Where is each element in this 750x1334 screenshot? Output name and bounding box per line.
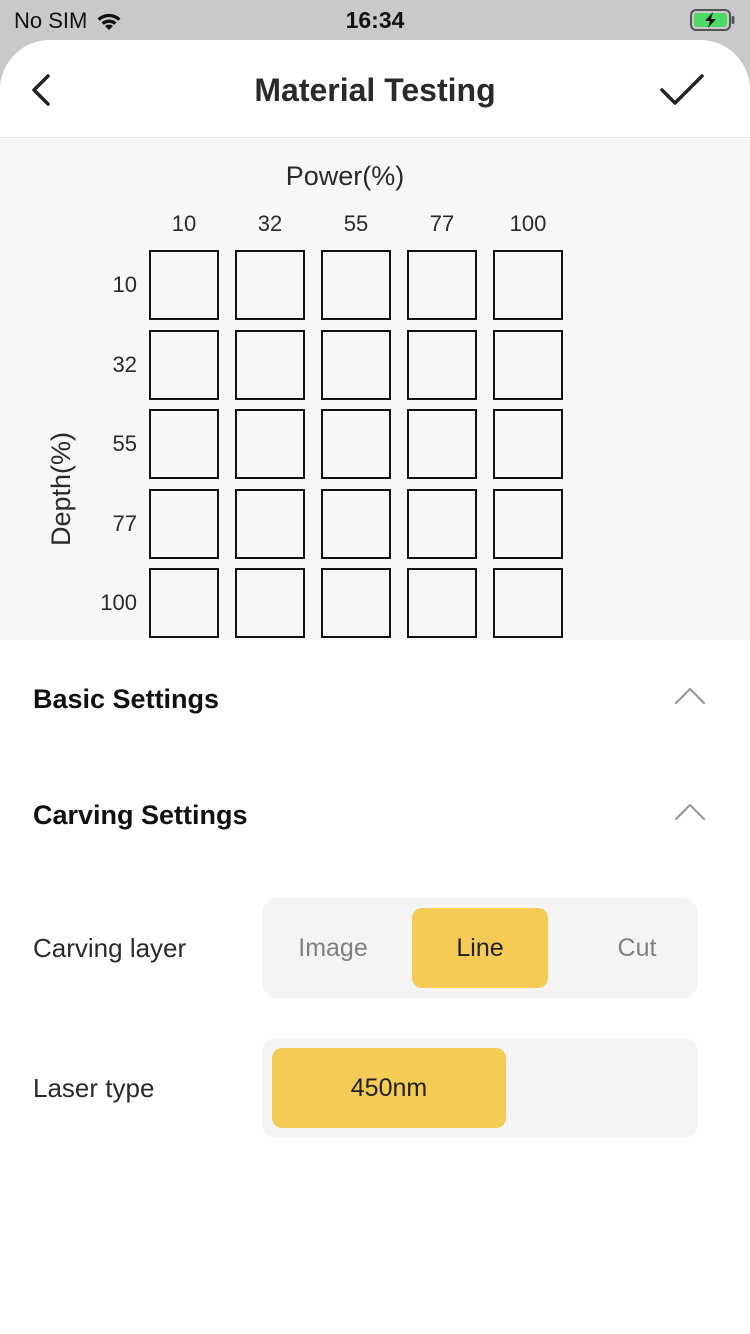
battery-charging-icon bbox=[690, 9, 735, 31]
power-axis-label: Power(%) bbox=[285, 161, 405, 191]
carving-settings-header[interactable]: Carving Settings bbox=[0, 776, 750, 856]
test-grid-cell bbox=[407, 250, 477, 320]
test-grid-cell bbox=[321, 568, 391, 638]
test-grid-cell bbox=[407, 489, 477, 559]
test-grid-cell bbox=[321, 250, 391, 320]
depth-axis-label: Depth(%) bbox=[46, 431, 76, 547]
basic-settings-title: Basic Settings bbox=[33, 684, 220, 714]
test-grid-cell bbox=[493, 409, 563, 479]
test-grid-cell bbox=[493, 330, 563, 400]
depth-tick: 100 bbox=[100, 590, 137, 615]
test-grid-cell bbox=[321, 330, 391, 400]
page-title: Material Testing bbox=[254, 72, 496, 108]
test-grid-cell bbox=[149, 409, 219, 479]
laser-type-option-450nm[interactable]: 450nm bbox=[272, 1048, 506, 1128]
test-grid-cell bbox=[493, 489, 563, 559]
test-grid-cell bbox=[407, 409, 477, 479]
nav-bar: Material Testing bbox=[0, 40, 750, 138]
test-grid-cell bbox=[493, 568, 563, 638]
basic-settings-header[interactable]: Basic Settings bbox=[0, 660, 750, 740]
depth-tick: 55 bbox=[112, 431, 137, 456]
test-grid-cell bbox=[149, 568, 219, 638]
test-grid-preview: Power(%) Depth(%) 10 32 55 77 100 10 32 … bbox=[0, 139, 750, 640]
test-grid-cell bbox=[235, 250, 305, 320]
carving-layer-selector: Image Line Cut bbox=[262, 898, 698, 998]
power-tick: 100 bbox=[509, 211, 547, 236]
test-grid-cell bbox=[149, 250, 219, 320]
status-bar: No SIM 16:34 bbox=[0, 0, 750, 40]
chevron-up-icon[interactable] bbox=[674, 686, 706, 706]
depth-tick: 32 bbox=[112, 352, 137, 377]
power-tick: 32 bbox=[257, 211, 283, 236]
chevron-up-icon[interactable] bbox=[674, 802, 706, 822]
test-grid-cell bbox=[235, 330, 305, 400]
depth-tick: 10 bbox=[112, 272, 137, 297]
power-tick: 77 bbox=[429, 211, 455, 236]
status-time: 16:34 bbox=[345, 7, 405, 33]
test-grid-cell bbox=[235, 489, 305, 559]
test-grid-cell bbox=[235, 409, 305, 479]
depth-tick: 77 bbox=[112, 511, 137, 536]
carving-layer-option-line[interactable]: Line bbox=[412, 908, 548, 988]
material-testing-sheet: Material Testing Power(%) Depth(%) 10 32… bbox=[0, 40, 750, 1334]
power-tick: 10 bbox=[171, 211, 197, 236]
carving-layer-option-image[interactable]: Image bbox=[272, 908, 394, 988]
laser-type-label: Laser type bbox=[33, 1073, 155, 1103]
test-grid-cell bbox=[321, 489, 391, 559]
carving-layer-label: Carving layer bbox=[33, 933, 187, 963]
carving-layer-option-cut[interactable]: Cut bbox=[572, 908, 702, 988]
test-grid-cell bbox=[407, 330, 477, 400]
test-grid-cell bbox=[235, 568, 305, 638]
checkmark-icon[interactable] bbox=[658, 70, 706, 110]
test-grid-cell bbox=[149, 330, 219, 400]
test-grid-cell bbox=[321, 409, 391, 479]
power-tick: 55 bbox=[343, 211, 369, 236]
test-grid-cell bbox=[149, 489, 219, 559]
carving-settings-title: Carving Settings bbox=[33, 800, 248, 830]
test-grid-cell bbox=[407, 568, 477, 638]
laser-type-selector: 450nm bbox=[262, 1038, 698, 1138]
test-grid-cell bbox=[493, 250, 563, 320]
